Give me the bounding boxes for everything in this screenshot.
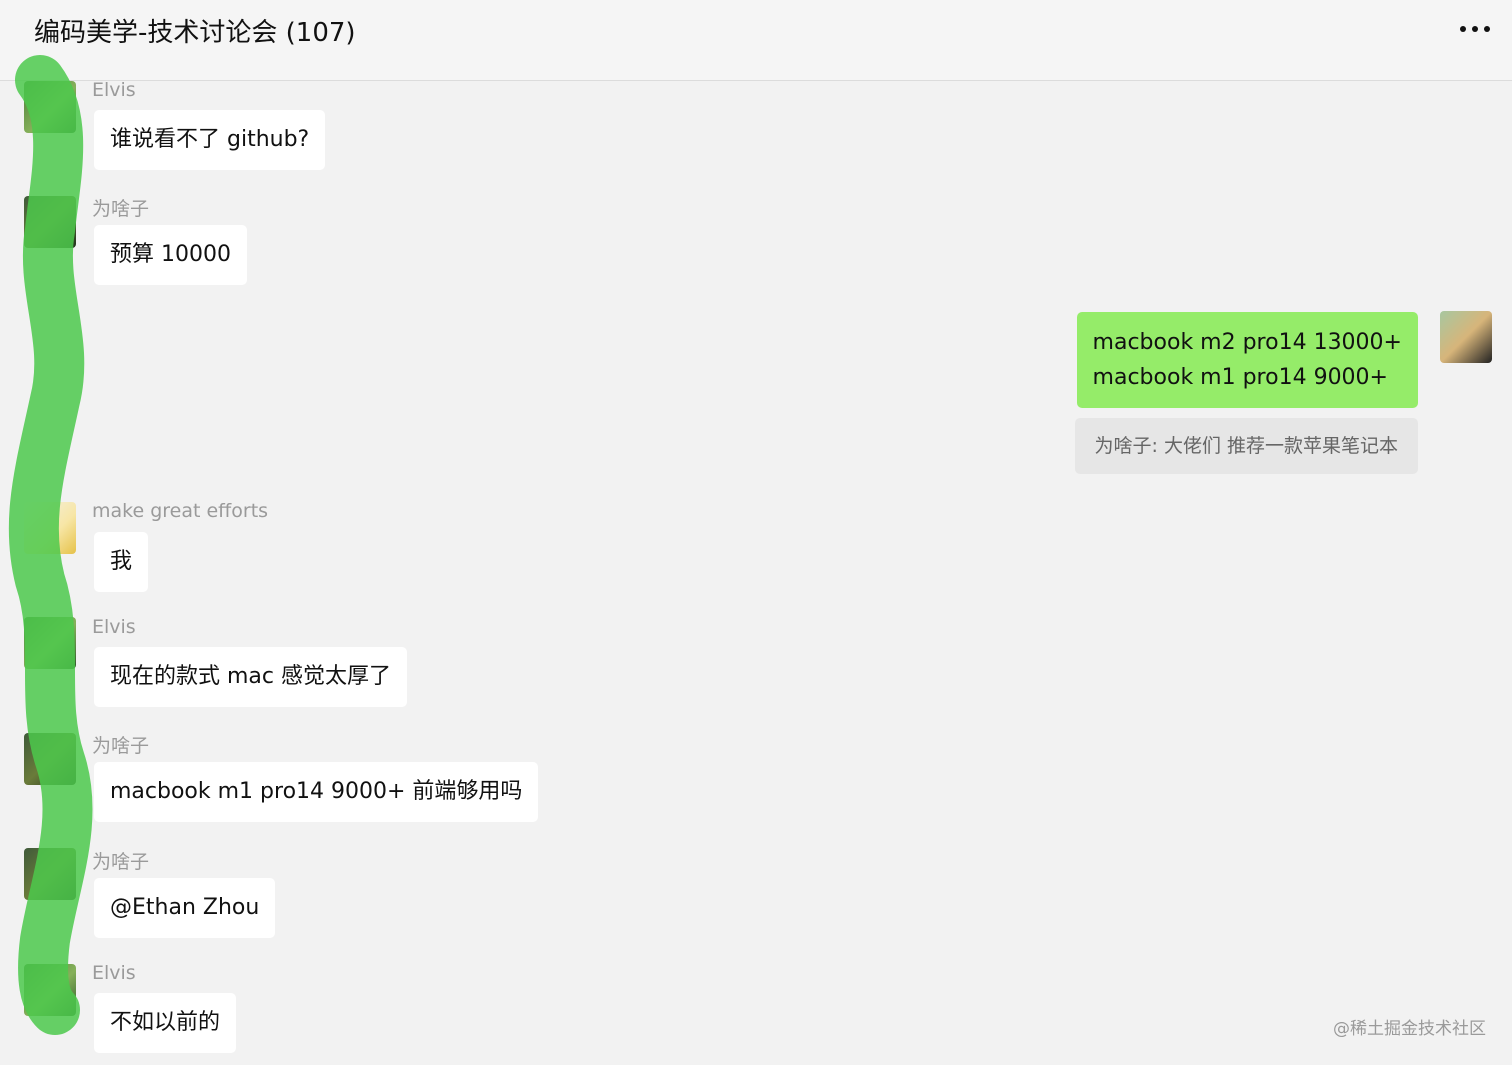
sender-name: Elvis — [92, 616, 136, 638]
sender-name: Elvis — [92, 79, 136, 101]
more-dots-icon[interactable] — [1458, 26, 1494, 36]
sender-name: make great efforts — [92, 500, 269, 522]
sender-name: Elvis — [92, 962, 136, 984]
watermark: @稀土掘金技术社区 — [1333, 1019, 1486, 1039]
avatar-self[interactable] — [1440, 311, 1492, 363]
avatar-elvis[interactable] — [24, 964, 76, 1016]
avatar-weishazi[interactable] — [24, 733, 76, 785]
message-bubble[interactable]: 不如以前的 — [94, 993, 237, 1053]
message-list: Elvis 谁说看不了 github? 为啥子 预算 10000 macbook… — [0, 79, 1512, 1065]
sender-name: 为啥子 — [92, 198, 150, 220]
quoted-message[interactable]: 为啥子: 大佬们 推荐一款苹果笔记本 — [1074, 418, 1418, 474]
message-bubble[interactable]: macbook m1 pro14 9000+ 前端够用吗 — [94, 762, 539, 822]
sender-name: 为啥子 — [92, 851, 150, 873]
message-bubble[interactable]: 预算 10000 — [94, 225, 247, 285]
message-bubble[interactable]: 谁说看不了 github? — [94, 110, 326, 170]
avatar-make-great-efforts[interactable] — [24, 502, 76, 554]
message-bubble[interactable]: 我 — [94, 532, 149, 592]
avatar-elvis[interactable] — [24, 81, 76, 133]
avatar-weishazi[interactable] — [24, 196, 76, 248]
avatar-weishazi[interactable] — [24, 848, 76, 900]
chat-header: 编码美学-技术讨论会 (107) — [0, 0, 1512, 81]
message-line: macbook m1 pro14 9000+ — [1092, 365, 1388, 390]
message-bubble[interactable]: @Ethan Zhou — [94, 878, 276, 938]
avatar-elvis[interactable] — [24, 617, 76, 669]
chat-title: 编码美学-技术讨论会 (107) — [34, 18, 356, 48]
message-bubble[interactable]: 现在的款式 mac 感觉太厚了 — [94, 647, 407, 707]
outgoing-message-bubble[interactable]: macbook m2 pro14 13000+ macbook m1 pro14… — [1076, 312, 1418, 408]
sender-name: 为啥子 — [92, 735, 150, 757]
message-line: macbook m2 pro14 13000+ — [1092, 330, 1402, 355]
